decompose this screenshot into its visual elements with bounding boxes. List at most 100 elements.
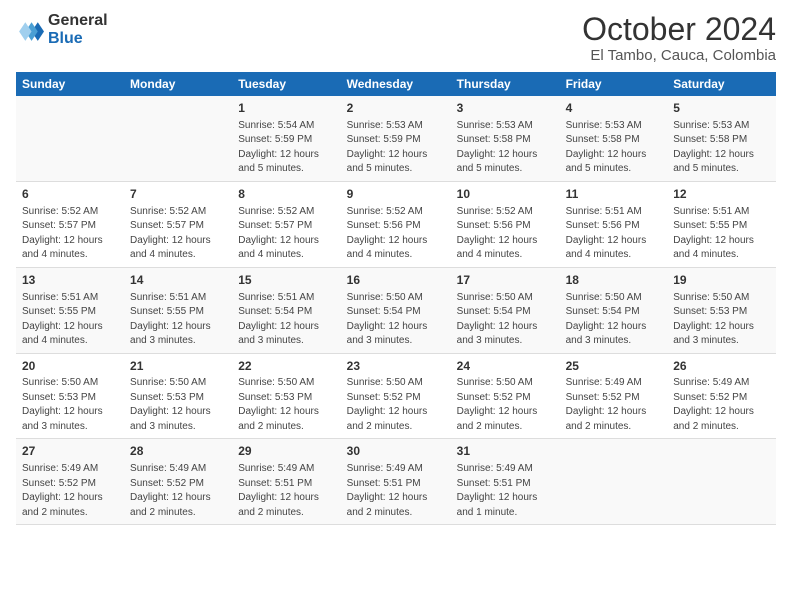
day-details: Sunrise: 5:50 AM Sunset: 5:54 PM Dayligh… [347, 291, 445, 349]
col-monday: Monday [124, 72, 232, 96]
day-details: Sunrise: 5:54 AM Sunset: 5:59 PM Dayligh… [238, 119, 334, 177]
day-details: Sunrise: 5:51 AM Sunset: 5:55 PM Dayligh… [673, 205, 770, 263]
day-number: 5 [673, 100, 770, 117]
day-cell: 30Sunrise: 5:49 AM Sunset: 5:51 PM Dayli… [341, 439, 451, 525]
col-wednesday: Wednesday [341, 72, 451, 96]
day-number: 25 [566, 358, 662, 375]
day-number: 18 [566, 272, 662, 289]
page: General Blue October 2024 El Tambo, Cauc… [0, 0, 792, 537]
day-cell: 29Sunrise: 5:49 AM Sunset: 5:51 PM Dayli… [232, 439, 340, 525]
day-cell: 27Sunrise: 5:49 AM Sunset: 5:52 PM Dayli… [16, 439, 124, 525]
col-sunday: Sunday [16, 72, 124, 96]
title-block: October 2024 El Tambo, Cauca, Colombia [582, 12, 776, 64]
day-number: 27 [22, 443, 118, 460]
day-details: Sunrise: 5:52 AM Sunset: 5:56 PM Dayligh… [347, 205, 445, 263]
logo-text: General Blue [48, 12, 108, 48]
day-number: 20 [22, 358, 118, 375]
day-details: Sunrise: 5:53 AM Sunset: 5:58 PM Dayligh… [566, 119, 662, 177]
day-cell: 20Sunrise: 5:50 AM Sunset: 5:53 PM Dayli… [16, 353, 124, 439]
day-details: Sunrise: 5:51 AM Sunset: 5:55 PM Dayligh… [130, 291, 226, 349]
day-number: 4 [566, 100, 662, 117]
col-saturday: Saturday [667, 72, 776, 96]
day-number: 21 [130, 358, 226, 375]
day-details: Sunrise: 5:53 AM Sunset: 5:58 PM Dayligh… [673, 119, 770, 177]
day-number: 23 [347, 358, 445, 375]
day-cell: 21Sunrise: 5:50 AM Sunset: 5:53 PM Dayli… [124, 353, 232, 439]
day-cell: 22Sunrise: 5:50 AM Sunset: 5:53 PM Dayli… [232, 353, 340, 439]
day-cell: 10 Sunrise: 5:52 AM Sunset: 5:56 PM Dayli… [451, 181, 560, 267]
day-details: Sunrise: 5:50 AM Sunset: 5:53 PM Dayligh… [22, 376, 118, 434]
day-number: 3 [457, 100, 554, 117]
day-details: Sunrise: 5:50 AM Sunset: 5:52 PM Dayligh… [457, 376, 554, 434]
day-number: 9 [347, 186, 445, 203]
day-details: Sunrise: 5:49 AM Sunset: 5:51 PM Dayligh… [457, 462, 554, 520]
day-details: Sunrise: 5:52 AM Sunset: 5:56 PM Dayligh… [457, 205, 554, 263]
week-row-5: 27Sunrise: 5:49 AM Sunset: 5:52 PM Dayli… [16, 439, 776, 525]
day-number: 10 [457, 186, 554, 203]
day-cell: 14 Sunrise: 5:51 AM Sunset: 5:55 PM Dayli… [124, 267, 232, 353]
col-friday: Friday [560, 72, 668, 96]
header: General Blue October 2024 El Tambo, Cauc… [16, 12, 776, 64]
day-cell [124, 96, 232, 181]
day-details: Sunrise: 5:50 AM Sunset: 5:53 PM Dayligh… [238, 376, 334, 434]
day-number: 2 [347, 100, 445, 117]
day-cell [16, 96, 124, 181]
day-cell [560, 439, 668, 525]
day-cell: 31Sunrise: 5:49 AM Sunset: 5:51 PM Dayli… [451, 439, 560, 525]
day-details: Sunrise: 5:51 AM Sunset: 5:55 PM Dayligh… [22, 291, 118, 349]
day-number: 22 [238, 358, 334, 375]
subtitle: El Tambo, Cauca, Colombia [582, 47, 776, 64]
calendar-table: Sunday Monday Tuesday Wednesday Thursday… [16, 72, 776, 525]
col-tuesday: Tuesday [232, 72, 340, 96]
day-number: 30 [347, 443, 445, 460]
day-cell: 15 Sunrise: 5:51 AM Sunset: 5:54 PM Dayli… [232, 267, 340, 353]
day-cell: 4 Sunrise: 5:53 AM Sunset: 5:58 PM Daylig… [560, 96, 668, 181]
logo-blue: Blue [48, 30, 83, 47]
logo-icon [16, 16, 44, 44]
day-number: 29 [238, 443, 334, 460]
day-details: Sunrise: 5:51 AM Sunset: 5:54 PM Dayligh… [238, 291, 334, 349]
day-number: 8 [238, 186, 334, 203]
day-number: 14 [130, 272, 226, 289]
day-details: Sunrise: 5:50 AM Sunset: 5:54 PM Dayligh… [566, 291, 662, 349]
day-details: Sunrise: 5:50 AM Sunset: 5:52 PM Dayligh… [347, 376, 445, 434]
week-row-3: 13 Sunrise: 5:51 AM Sunset: 5:55 PM Dayli… [16, 267, 776, 353]
week-row-4: 20Sunrise: 5:50 AM Sunset: 5:53 PM Dayli… [16, 353, 776, 439]
logo-general: General [48, 12, 108, 29]
day-number: 11 [566, 186, 662, 203]
week-row-2: 6Sunrise: 5:52 AM Sunset: 5:57 PM Daylig… [16, 181, 776, 267]
day-number: 1 [238, 100, 334, 117]
day-cell: 2 Sunrise: 5:53 AM Sunset: 5:59 PM Daylig… [341, 96, 451, 181]
day-number: 13 [22, 272, 118, 289]
day-number: 7 [130, 186, 226, 203]
day-number: 15 [238, 272, 334, 289]
day-cell: 17Sunrise: 5:50 AM Sunset: 5:54 PM Dayli… [451, 267, 560, 353]
day-details: Sunrise: 5:49 AM Sunset: 5:52 PM Dayligh… [566, 376, 662, 434]
day-cell: 23Sunrise: 5:50 AM Sunset: 5:52 PM Dayli… [341, 353, 451, 439]
day-cell: 3 Sunrise: 5:53 AM Sunset: 5:58 PM Daylig… [451, 96, 560, 181]
day-details: Sunrise: 5:53 AM Sunset: 5:58 PM Dayligh… [457, 119, 554, 177]
day-cell: 12Sunrise: 5:51 AM Sunset: 5:55 PM Dayli… [667, 181, 776, 267]
day-cell: 1 Sunrise: 5:54 AM Sunset: 5:59 PM Daylig… [232, 96, 340, 181]
day-cell: 24Sunrise: 5:50 AM Sunset: 5:52 PM Dayli… [451, 353, 560, 439]
day-number: 19 [673, 272, 770, 289]
day-number: 26 [673, 358, 770, 375]
day-cell: 13 Sunrise: 5:51 AM Sunset: 5:55 PM Dayli… [16, 267, 124, 353]
day-cell: 28Sunrise: 5:49 AM Sunset: 5:52 PM Dayli… [124, 439, 232, 525]
day-details: Sunrise: 5:53 AM Sunset: 5:59 PM Dayligh… [347, 119, 445, 177]
day-number: 16 [347, 272, 445, 289]
day-details: Sunrise: 5:50 AM Sunset: 5:54 PM Dayligh… [457, 291, 554, 349]
day-cell: 18 Sunrise: 5:50 AM Sunset: 5:54 PM Dayli… [560, 267, 668, 353]
day-details: Sunrise: 5:49 AM Sunset: 5:52 PM Dayligh… [673, 376, 770, 434]
day-cell: 11Sunrise: 5:51 AM Sunset: 5:56 PM Dayli… [560, 181, 668, 267]
day-number: 24 [457, 358, 554, 375]
day-details: Sunrise: 5:52 AM Sunset: 5:57 PM Dayligh… [130, 205, 226, 263]
day-number: 28 [130, 443, 226, 460]
header-row: Sunday Monday Tuesday Wednesday Thursday… [16, 72, 776, 96]
col-thursday: Thursday [451, 72, 560, 96]
day-cell: 8 Sunrise: 5:52 AM Sunset: 5:57 PM Daylig… [232, 181, 340, 267]
day-details: Sunrise: 5:52 AM Sunset: 5:57 PM Dayligh… [22, 205, 118, 263]
day-details: Sunrise: 5:52 AM Sunset: 5:57 PM Dayligh… [238, 205, 334, 263]
week-row-1: 1 Sunrise: 5:54 AM Sunset: 5:59 PM Daylig… [16, 96, 776, 181]
day-cell: 16 Sunrise: 5:50 AM Sunset: 5:54 PM Dayli… [341, 267, 451, 353]
